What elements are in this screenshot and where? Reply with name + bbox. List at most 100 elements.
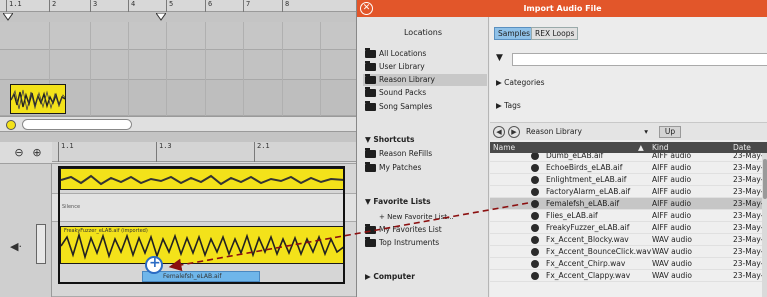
file-list-scrollbar[interactable]: [762, 153, 767, 297]
audio-file-icon: [531, 153, 539, 160]
audio-file-icon: [531, 260, 539, 268]
file-row-selected[interactable]: Femalefsh_eLAB.aifAIFF audio23-May-24: [490, 198, 767, 210]
file-row[interactable]: Fx_Accent_BounceClick.wav WAV audio 23-May…: [490, 246, 767, 258]
track-level-slider[interactable]: [36, 224, 46, 264]
favorites-heading[interactable]: ▼ Favorite Lists: [365, 197, 431, 206]
search-dropdown-icon[interactable]: ▼: [496, 53, 503, 63]
browser-panel: Samples REX Loops ▼ ▶ Categories ▶ Tags …: [490, 17, 767, 297]
file-row[interactable]: Enlightment_eLAB.aifAIFF audio23-May-24: [490, 174, 767, 186]
ruler-bar-label: 8: [282, 0, 289, 12]
folder-icon: [365, 148, 376, 158]
file-kind: AIFF audio: [652, 163, 692, 172]
file-kind: WAV audio: [652, 259, 692, 268]
close-icon[interactable]: ✕: [360, 2, 373, 15]
selection-frame: [58, 166, 345, 284]
edit-ruler[interactable]: 1.1 1.3 2.1: [52, 142, 356, 162]
track-header[interactable]: ◀·: [0, 164, 52, 297]
file-row[interactable]: Fx_Accent_Blocky.wavWAV audio23-May-24: [490, 234, 767, 246]
scrollbar-thumb[interactable]: [22, 119, 132, 130]
expand-triangle-icon: ▶: [496, 78, 505, 87]
locations-heading: Locations: [403, 28, 442, 37]
dialog-titlebar: Import Audio File ✕: [357, 0, 767, 17]
folder-icon: [365, 48, 376, 58]
sort-ascending-icon[interactable]: ▲: [638, 142, 644, 153]
audio-file-icon: [531, 236, 539, 244]
file-kind: WAV audio: [652, 235, 692, 244]
sequencer-area: 1.1 2 3 4 5 6 7 8 ⊖ ⊕ 1.1 1.3 2.1 ◀· Sil…: [0, 0, 356, 297]
file-kind: AIFF audio: [652, 175, 692, 184]
column-date[interactable]: Date: [733, 142, 751, 153]
shortcut-reason-refills[interactable]: Reason ReFills: [363, 148, 487, 160]
shortcut-my-patches[interactable]: My Patches: [363, 162, 487, 174]
audio-file-icon: [531, 164, 539, 172]
file-row[interactable]: Fx_Accent_Chirp.wavWAV audio23-May-24: [490, 258, 767, 270]
file-kind: WAV audio: [652, 247, 692, 256]
column-kind[interactable]: Kind: [652, 142, 669, 153]
audio-file-icon: [531, 272, 539, 280]
location-song-samples[interactable]: Song Samples: [363, 101, 487, 113]
dialog-title: Import Audio File: [523, 4, 602, 13]
folder-icon: [365, 237, 376, 247]
file-name: Enlightment_eLAB.aif: [546, 175, 627, 184]
file-row[interactable]: Flies_eLAB.aifAIFF audio23-May-24: [490, 210, 767, 222]
song-ruler[interactable]: 1.1 2 3 4 5 6 7 8: [0, 0, 356, 12]
location-user-library[interactable]: User Library: [363, 61, 487, 73]
audio-file-icon: [531, 212, 539, 220]
location-all-locations[interactable]: All Locations: [363, 48, 487, 60]
favorite-my-favorites-list[interactable]: My Favorites List: [363, 224, 487, 236]
file-name: EchoeBirds_eLAB.aif: [546, 163, 623, 172]
search-input[interactable]: [512, 53, 767, 66]
ruler-bar-label: 2: [49, 0, 56, 12]
file-row[interactable]: Dumb_eLAB.aifAIFF audio23-May-24: [490, 153, 767, 162]
ruler-beat-label: 2.1: [254, 142, 270, 162]
up-button[interactable]: Up: [659, 126, 681, 138]
shortcut-label: My Patches: [379, 163, 422, 172]
tab-samples[interactable]: Samples: [494, 27, 535, 40]
scrollbar-thumb[interactable]: [763, 159, 767, 199]
import-audio-dialog: Import Audio File ✕ Locations All Locati…: [356, 0, 767, 297]
file-row[interactable]: Fx_Accent_Clappy.wavWAV audio23-May-24: [490, 270, 767, 282]
file-name: Fx_Accent_BounceClick.wav: [546, 247, 652, 256]
file-name: Femalefsh_eLAB.aif: [546, 199, 620, 208]
audio-file-icon: [531, 188, 539, 196]
folder-icon: [365, 162, 376, 172]
audio-file-icon: [531, 200, 539, 208]
expand-triangle-icon: ▶: [496, 101, 505, 110]
audio-file-icon: [531, 248, 539, 256]
path-label: Reason Library: [526, 127, 582, 136]
column-name[interactable]: Name: [493, 142, 515, 153]
location-sound-packs[interactable]: Sound Packs: [363, 87, 487, 99]
file-row[interactable]: FactoryAlarm_eLAB.aifAIFF audio23-May-24: [490, 186, 767, 198]
file-name: Flies_eLAB.aif: [546, 211, 598, 220]
tab-rex-loops[interactable]: REX Loops: [531, 27, 579, 40]
folder-icon: [365, 87, 376, 97]
song-horizontal-scrollbar[interactable]: [0, 116, 356, 132]
favorite-top-instruments[interactable]: Top Instruments: [363, 237, 487, 249]
file-kind: WAV audio: [652, 271, 692, 280]
shortcuts-heading[interactable]: ▼ Shortcuts: [365, 135, 414, 144]
locator-marker-icon[interactable]: [2, 12, 14, 21]
file-row[interactable]: FreakyFuzzer_eLAB.aifAIFF audio23-May-24: [490, 222, 767, 234]
location-label: Sound Packs: [379, 88, 427, 97]
forward-arrow-icon[interactable]: ▶: [508, 126, 520, 138]
zoom-in-icon[interactable]: ⊕: [30, 146, 44, 160]
computer-heading[interactable]: ▶ Computer: [365, 272, 415, 281]
zoom-out-icon[interactable]: ⊖: [12, 146, 26, 160]
location-reason-library[interactable]: Reason Library: [363, 74, 487, 86]
filter-categories[interactable]: ▶ Categories: [496, 78, 545, 87]
path-dropdown[interactable]: Reason Library ▾: [524, 126, 650, 138]
back-arrow-icon[interactable]: ◀: [493, 126, 505, 138]
filter-tags[interactable]: ▶ Tags: [496, 101, 521, 110]
location-label: Song Samples: [379, 102, 433, 111]
folder-icon: [365, 224, 376, 234]
favorite-label: Top Instruments: [379, 238, 440, 247]
audio-clip[interactable]: [10, 84, 66, 114]
file-list-header: Name ▲ Kind Date: [490, 142, 767, 153]
audio-file-icon: [531, 224, 539, 232]
file-row[interactable]: EchoeBirds_eLAB.aifAIFF audio23-May-24: [490, 162, 767, 174]
location-label: Reason Library: [379, 75, 435, 84]
ruler-bar-label: 1.1: [6, 0, 22, 12]
end-marker-icon[interactable]: [155, 12, 167, 21]
shortcut-label: Reason ReFills: [379, 149, 433, 158]
new-favorite-list-button[interactable]: + New Favorite List...: [379, 213, 454, 221]
